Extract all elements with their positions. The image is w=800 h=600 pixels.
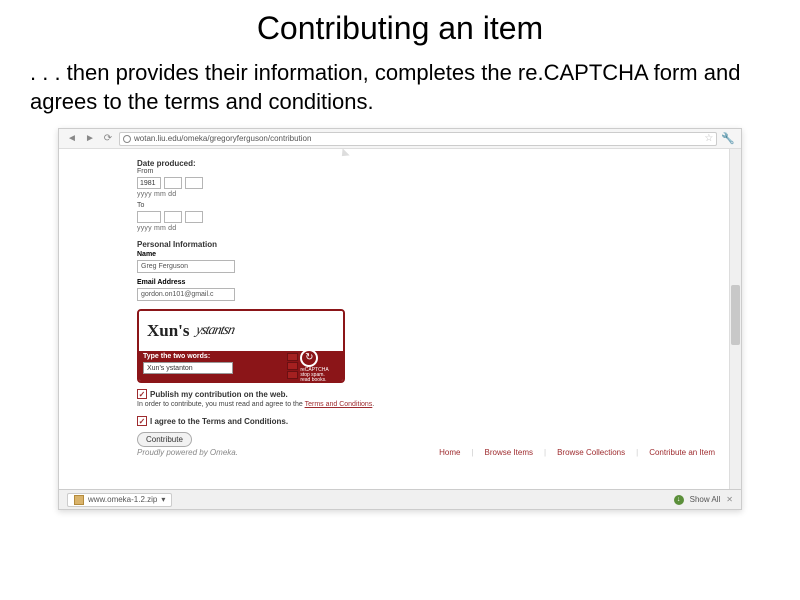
browser-toolbar: ◄ ► ⟳ wotan.liu.edu/omeka/gregoryferguso… [59,129,741,149]
nav-contribute[interactable]: Contribute an Item [645,448,719,457]
url-text: wotan.liu.edu/omeka/gregoryferguson/cont… [134,134,311,143]
chevron-down-icon: ▾ [161,495,165,504]
captcha-refresh-button[interactable] [287,353,298,361]
footer-nav: Home| Browse Items| Browse Collections| … [435,448,719,457]
slide-body-text: . . . then provides their information, c… [0,59,800,128]
bookmark-star-icon[interactable]: ☆ [704,133,713,144]
show-all-downloads[interactable]: Show All [690,495,721,504]
scrollbar-thumb[interactable] [731,285,740,345]
captcha-prompt: Type the two words: [143,353,269,360]
publish-label: Publish my contribution on the web. [150,390,288,399]
browser-window: ◄ ► ⟳ wotan.liu.edu/omeka/gregoryferguso… [58,128,742,510]
name-label: Name [137,251,741,258]
from-label: From [137,168,741,175]
to-day-input[interactable] [185,211,203,223]
date-produced-label: Date produced: [137,159,741,168]
slide-title: Contributing an item [0,10,800,47]
agree-checkbox[interactable]: ✓ [137,416,147,426]
download-item[interactable]: www.omeka-1.2.zip ▾ [67,493,172,507]
nav-home[interactable]: Home [435,448,464,457]
captcha-input[interactable]: Xun's ystanton [143,362,233,374]
to-month-input[interactable] [164,211,182,223]
name-input[interactable]: Greg Ferguson [137,260,235,273]
powered-by: Proudly powered by Omeka. [137,448,435,457]
terms-notice: In order to contribute, you must read an… [137,401,741,408]
captcha-word-2: ystantsn [194,323,235,339]
captcha-audio-button[interactable] [287,362,298,370]
from-day-input[interactable] [185,177,203,189]
nav-browse-items[interactable]: Browse Items [481,448,537,457]
to-label: To [137,202,741,209]
page-content: Date produced: From 1981 yyyy mm dd To y… [59,149,741,489]
recaptcha-widget: Xun's ystantsn Type the two words: Xun's… [137,309,345,383]
back-button[interactable]: ◄ [65,132,79,146]
contribution-form: Date produced: From 1981 yyyy mm dd To y… [137,159,741,447]
email-input[interactable]: gordon.on101@gmail.c [137,288,235,301]
date-hint-2: yyyy mm dd [137,225,741,232]
vertical-scrollbar[interactable] [729,149,741,489]
to-year-input[interactable] [137,211,161,223]
captcha-image: Xun's ystantsn [139,311,343,351]
date-hint: yyyy mm dd [137,191,741,198]
personal-info-header: Personal Information [137,240,741,249]
download-filename: www.omeka-1.2.zip [88,495,157,504]
forward-button[interactable]: ► [83,132,97,146]
zip-file-icon [74,495,84,505]
download-arrow-icon: ↓ [674,495,684,505]
terms-link[interactable]: Terms and Conditions [305,401,373,408]
settings-wrench-icon[interactable]: 🔧 [721,132,735,145]
address-bar[interactable]: wotan.liu.edu/omeka/gregoryferguson/cont… [119,132,717,146]
close-download-bar[interactable]: ✕ [726,495,733,504]
globe-icon [123,135,131,143]
agree-label: I agree to the Terms and Conditions. [150,417,288,426]
reload-button[interactable]: ⟳ [101,132,115,146]
from-month-input[interactable] [164,177,182,189]
nav-browse-collections[interactable]: Browse Collections [553,448,629,457]
contribute-button[interactable]: Contribute [137,432,192,447]
captcha-word-1: Xun's [147,321,190,341]
download-bar: www.omeka-1.2.zip ▾ ↓ Show All ✕ [59,489,741,509]
captcha-help-button[interactable] [287,371,298,379]
from-year-input[interactable]: 1981 [137,177,161,189]
publish-checkbox[interactable]: ✓ [137,389,147,399]
recaptcha-logo: ↻ reCAPTCHA stop spam. read books. [300,349,328,383]
email-label: Email Address [137,279,741,286]
